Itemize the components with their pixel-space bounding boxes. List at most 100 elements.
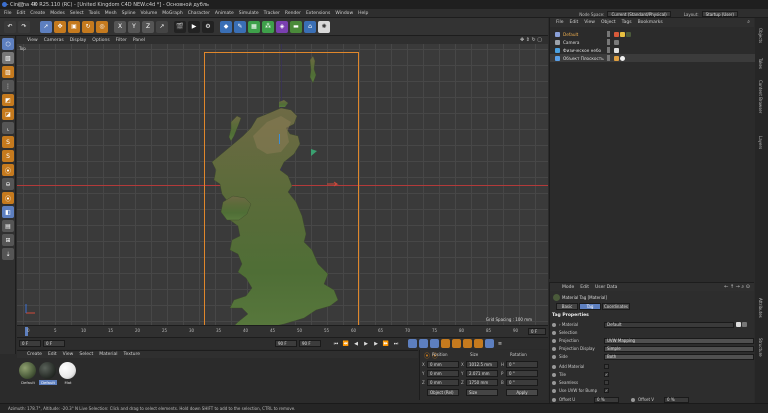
rotation-key-icon[interactable]	[463, 339, 472, 348]
preview-start-field[interactable]: 0 F	[43, 340, 65, 347]
object-row-physical-sky[interactable]: Физическое небо	[550, 46, 755, 54]
live-selection-icon[interactable]: ➚	[40, 20, 52, 33]
menu-tools[interactable]: Tools	[89, 11, 100, 16]
coordinate-system-icon[interactable]: ↗	[156, 20, 168, 33]
y-position-field[interactable]: 0 mm	[427, 370, 459, 377]
side-tab-layers[interactable]: Layers	[758, 136, 763, 149]
side-tab-structure[interactable]: Structure	[758, 338, 763, 357]
object-menu-edit[interactable]: Edit	[570, 20, 579, 25]
animation-toggle-icon[interactable]	[552, 364, 556, 369]
grid-icon[interactable]: ⊞	[2, 234, 14, 246]
z-axis-lock-icon[interactable]: Z	[142, 20, 154, 33]
points-mode-icon[interactable]: ⋮	[2, 80, 14, 92]
tab-coordinates[interactable]: Coordinates	[602, 303, 630, 310]
timeline-menu-icon[interactable]: ≡	[496, 340, 504, 348]
material-link-field[interactable]: Default	[604, 321, 734, 328]
side-tab-attributes[interactable]: Attributes	[758, 298, 763, 318]
viewport-menu-view[interactable]: View	[27, 38, 38, 43]
menu-simulate[interactable]: Simulate	[239, 11, 259, 16]
animation-toggle-icon[interactable]	[552, 388, 556, 393]
redo-icon[interactable]: ↷	[18, 20, 30, 33]
z-position-field[interactable]: 0 mm	[427, 379, 459, 386]
material-menu-edit[interactable]: Edit	[48, 352, 57, 357]
viewport-menu-panel[interactable]: Panel	[133, 38, 145, 43]
scale-icon[interactable]: ▣	[68, 20, 80, 33]
menu-character[interactable]: Character	[188, 11, 210, 16]
next-frame-icon[interactable]: ▶	[372, 340, 380, 348]
visibility-dots-icon[interactable]	[607, 39, 610, 45]
animation-toggle-icon[interactable]	[631, 397, 635, 402]
render-picture-viewer-icon[interactable]: ▶	[188, 20, 200, 33]
texture-mode-icon[interactable]: ▨	[2, 66, 14, 78]
parameter-key-icon[interactable]	[474, 339, 483, 348]
animation-toggle-icon[interactable]	[552, 322, 556, 327]
menu-render[interactable]: Render	[285, 11, 301, 16]
snapping-icon[interactable]: ⦿	[2, 164, 14, 176]
z-size-field[interactable]: 1750 mm	[466, 379, 498, 386]
attribute-menu-user-data[interactable]: User Data	[595, 285, 617, 290]
material-item[interactable]: Default	[19, 362, 37, 385]
recent-tools-icon[interactable]: ◎	[96, 20, 108, 33]
x-size-field[interactable]: 1012.5 mm	[466, 361, 498, 368]
viewport-menu-cameras[interactable]: Cameras	[44, 38, 64, 43]
attribute-navigation-icons[interactable]: ← ↑ → ⌕ ⊙	[724, 284, 750, 290]
pen-spline-icon[interactable]: ✎	[234, 20, 246, 33]
cube-icon[interactable]: ◆	[220, 20, 232, 33]
camera-icon[interactable]: ⌂	[304, 20, 316, 33]
timeline-ruler[interactable]: 0 5 10 15 20 25 30 35 40 45 50 55 60 65 …	[17, 325, 548, 337]
tab-basic[interactable]: Basic	[556, 303, 578, 310]
viewport-navigation-icons[interactable]: ✥ ⇕ ↻ ▢	[520, 37, 542, 43]
tab-tag[interactable]: Tag	[579, 303, 601, 310]
size-mode-dropdown[interactable]: Size	[466, 389, 498, 396]
apply-button[interactable]: Apply	[506, 389, 538, 396]
material-tag-icon[interactable]	[620, 55, 625, 61]
object-menu-bookmarks[interactable]: Bookmarks	[638, 20, 663, 25]
material-menu-icon[interactable]	[742, 322, 747, 327]
viewport-menu-filter[interactable]: Filter	[116, 38, 127, 43]
animation-toggle-icon[interactable]	[552, 346, 556, 351]
animation-toggle-icon[interactable]	[552, 380, 556, 385]
3d-viewport[interactable]: Top Grid Spacing : 100 mm	[17, 44, 548, 325]
move-icon[interactable]: ✥	[54, 20, 66, 33]
p-rotation-field[interactable]: 0 °	[506, 370, 538, 377]
end-frame-field[interactable]: 90 F	[299, 340, 321, 347]
start-frame-field[interactable]: 0 F	[19, 340, 41, 347]
node-space-dropdown[interactable]: Current (Standard/Physical)	[607, 11, 671, 17]
coordinate-mode-dropdown[interactable]: Object (Rel)	[427, 389, 459, 396]
object-menu-tags[interactable]: Tags	[622, 20, 632, 25]
menu-create[interactable]: Create	[30, 11, 45, 16]
current-frame-field[interactable]: 0 F	[528, 328, 546, 335]
next-key-icon[interactable]: ⏩	[382, 340, 390, 348]
phong-tag-icon[interactable]	[620, 31, 625, 37]
texture-tag-icon[interactable]	[614, 31, 619, 37]
go-to-end-icon[interactable]: ⏭	[392, 340, 400, 348]
go-to-start-icon[interactable]: ⏮	[332, 340, 340, 348]
animation-toggle-icon[interactable]	[552, 354, 556, 359]
enable-axis-icon[interactable]: S	[2, 136, 14, 148]
floor-icon[interactable]: ▬	[290, 20, 302, 33]
deformer-icon[interactable]: ◈	[276, 20, 288, 33]
menu-volume[interactable]: Volume	[141, 11, 158, 16]
viewport-solo-icon[interactable]: ◧	[2, 206, 14, 218]
object-row-default[interactable]: Default	[550, 30, 755, 38]
material-menu-material[interactable]: Material	[99, 352, 117, 357]
previous-frame-icon[interactable]: ◀	[352, 340, 360, 348]
scale-key-icon[interactable]	[452, 339, 461, 348]
render-view-icon[interactable]: 🎬	[174, 20, 186, 33]
projection-dropdown[interactable]: UVW Mapping	[604, 337, 754, 344]
add-material-checkbox[interactable]	[604, 364, 609, 369]
play-icon[interactable]: ▶	[362, 340, 370, 348]
preview-end-field[interactable]: 90 F	[275, 340, 297, 347]
object-menu-file[interactable]: File	[556, 20, 564, 25]
previous-key-icon[interactable]: ⏪	[342, 340, 350, 348]
menu-extensions[interactable]: Extensions	[306, 11, 330, 16]
offset-u-field[interactable]: 0 %	[594, 396, 619, 403]
layer-icon[interactable]: ▤	[2, 220, 14, 232]
object-menu-view[interactable]: View	[584, 20, 595, 25]
material-item-selected[interactable]: Default	[39, 362, 57, 385]
uv-mode-icon[interactable]: ⌞	[2, 122, 14, 134]
material-menu-select[interactable]: Select	[79, 352, 93, 357]
side-dropdown[interactable]: Both	[604, 353, 754, 360]
cloner-icon[interactable]: ⁂	[262, 20, 274, 33]
uvw-tag-icon[interactable]	[614, 55, 619, 61]
